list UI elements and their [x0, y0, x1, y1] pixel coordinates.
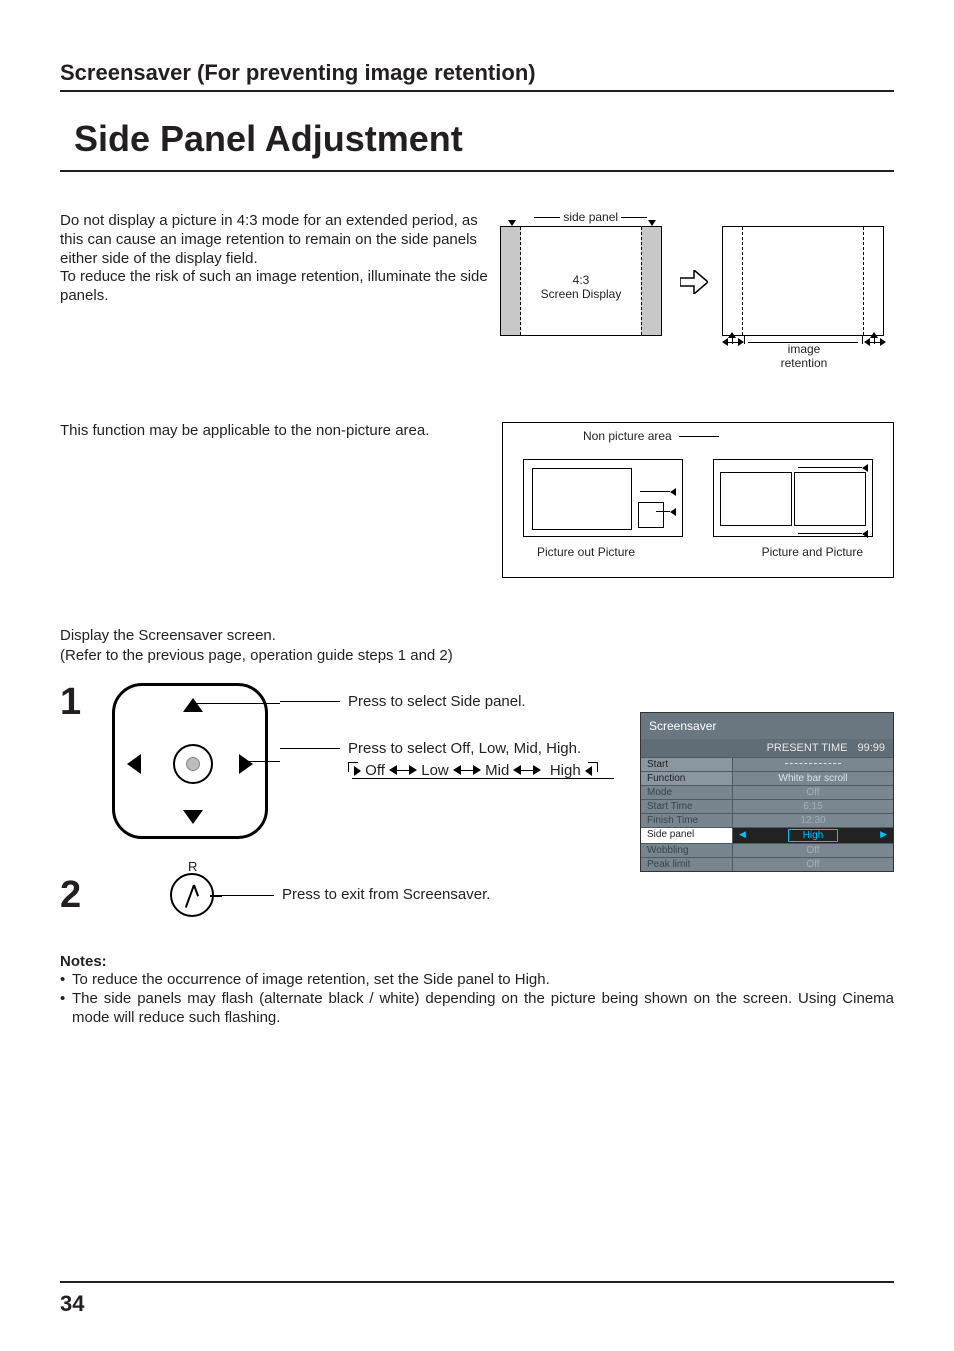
r-button-icon: R	[170, 873, 214, 917]
section-heading: Screensaver (For preventing image retent…	[60, 60, 894, 92]
present-time-value: 99:99	[857, 742, 885, 754]
osd-row-finishtime: Finish Time	[641, 814, 733, 827]
dia1-ratio: 4:3	[531, 273, 631, 287]
picture-out-label: Picture out Picture	[537, 545, 635, 559]
notes-heading: Notes:	[60, 953, 894, 970]
step1-text-a: Press to select Side panel.	[348, 691, 526, 714]
bullet-icon: •	[60, 970, 72, 989]
osd-wobbling-value: Off	[733, 844, 893, 857]
diagram-non-picture: Non picture area Picture out Picture	[502, 422, 894, 578]
osd-row-peaklimit: Peak limit	[641, 858, 733, 871]
display-line1: Display the Screensaver screen.	[60, 626, 894, 646]
bullet-icon: •	[60, 989, 72, 1027]
osd-row-start: Start	[641, 758, 733, 771]
step2-text: Press to exit from Screensaver.	[282, 884, 490, 907]
non-picture-label: Non picture area	[583, 429, 672, 443]
dia1-screen: Screen Display	[531, 287, 631, 301]
image-retention-l1: image	[744, 342, 864, 356]
osd-title: Screensaver	[641, 713, 893, 739]
osd-mode-value: Off	[733, 786, 893, 799]
osd-starttime-value: 6:15	[733, 800, 893, 813]
cycle-mid: Mid	[485, 762, 509, 779]
step-number-1: 1	[60, 683, 100, 863]
osd-function-value: White bar scroll	[733, 772, 893, 785]
page-number: 34	[60, 1291, 84, 1317]
intro-text: Do not display a picture in 4:3 mode for…	[60, 212, 500, 372]
left-arrow-icon: ◀	[739, 829, 746, 840]
intro-p2: To reduce the risk of such an image rete…	[60, 268, 500, 306]
osd-finishtime-value: 12:30	[733, 814, 893, 827]
osd-row-function: Function	[641, 772, 733, 785]
cycle-off: Off	[365, 762, 385, 779]
osd-row-mode: Mode	[641, 786, 733, 799]
intro-p1: Do not display a picture in 4:3 mode for…	[60, 212, 500, 268]
step-number-2: 2	[60, 876, 100, 914]
osd-sidepanel-value: High	[788, 829, 839, 842]
osd-peaklimit-value: Off	[733, 858, 893, 871]
picture-and-label: Picture and Picture	[762, 545, 863, 559]
side-panel-label: side panel	[534, 210, 647, 224]
r-button-label: R	[188, 859, 197, 874]
osd-row-sidepanel: Side panel	[641, 828, 733, 843]
cycle-diagram: Off Low Mid High	[348, 762, 619, 780]
right-adjust-arrow-icon: ▶	[880, 829, 887, 840]
footer-rule	[60, 1281, 894, 1283]
present-time-label: PRESENT TIME	[767, 742, 848, 754]
function-text: This function may be applicable to the n…	[60, 422, 500, 578]
display-line2: (Refer to the previous page, operation g…	[60, 646, 894, 666]
page-title: Side Panel Adjustment	[60, 118, 894, 172]
image-retention-l2: retention	[744, 356, 864, 370]
right-arrow-icon	[680, 270, 708, 294]
osd-start-bar	[785, 761, 841, 767]
cycle-low: Low	[421, 762, 449, 779]
diagram-side-panel: side panel 4:3 Screen Display	[500, 212, 894, 372]
step1-text-b: Press to select Off, Low, Mid, High.	[348, 738, 619, 761]
cycle-high: High	[550, 762, 581, 779]
note-2: The side panels may flash (alternate bla…	[72, 989, 894, 1027]
nav-pad-icon	[100, 683, 280, 863]
osd-row-wobbling: Wobbling	[641, 844, 733, 857]
side-panel-label-text: side panel	[563, 210, 618, 224]
osd-menu: Screensaver PRESENT TIME 99:99 Start Fun…	[640, 712, 894, 872]
note-1: To reduce the occurrence of image retent…	[72, 970, 894, 989]
osd-row-starttime: Start Time	[641, 800, 733, 813]
